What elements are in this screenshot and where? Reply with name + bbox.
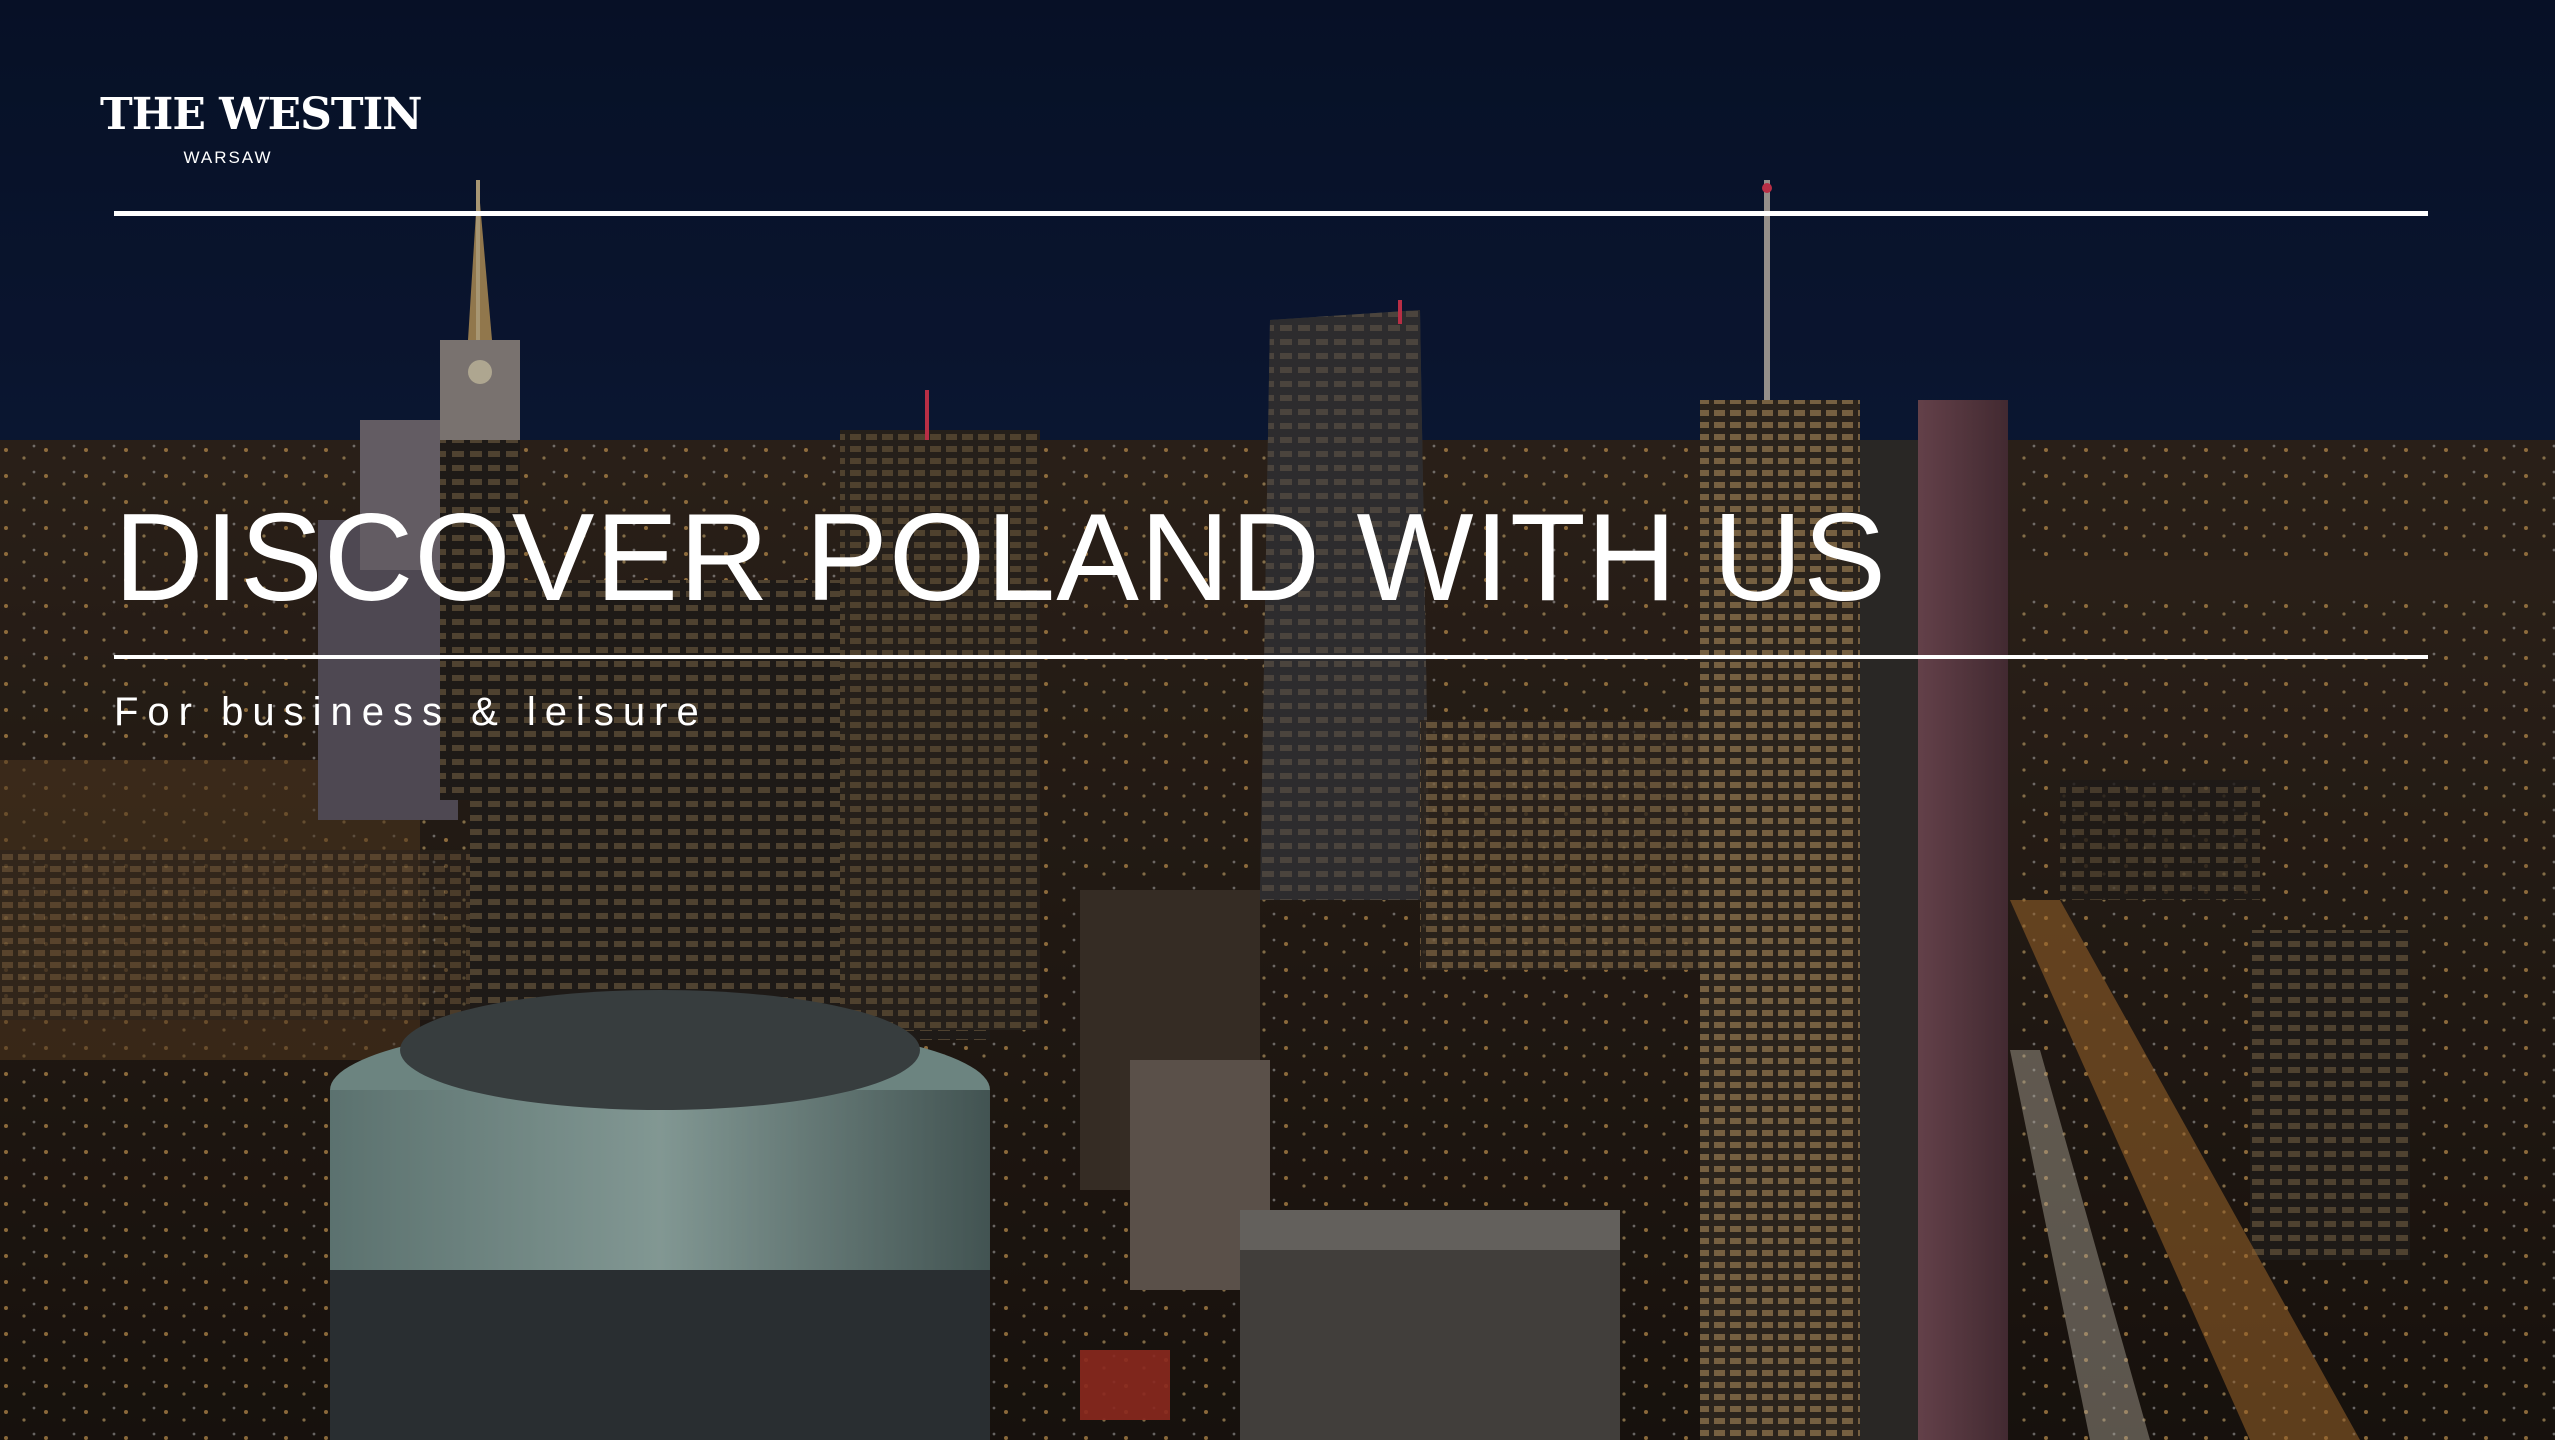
westin-logo: THE WESTIN WARSAW	[100, 89, 422, 168]
right-edge-border	[2555, 0, 2560, 1440]
subtitle: For business & leisure	[114, 690, 708, 734]
title-slide: THE WESTIN WARSAW DISCOVER POLAND WITH U…	[0, 0, 2560, 1440]
brand-name: THE WESTIN	[100, 89, 422, 140]
brand-location: WARSAW	[183, 148, 273, 167]
page-title: DISCOVER POLAND WITH US	[114, 489, 1887, 627]
headline-divider	[114, 655, 2428, 659]
top-divider	[114, 211, 2428, 216]
